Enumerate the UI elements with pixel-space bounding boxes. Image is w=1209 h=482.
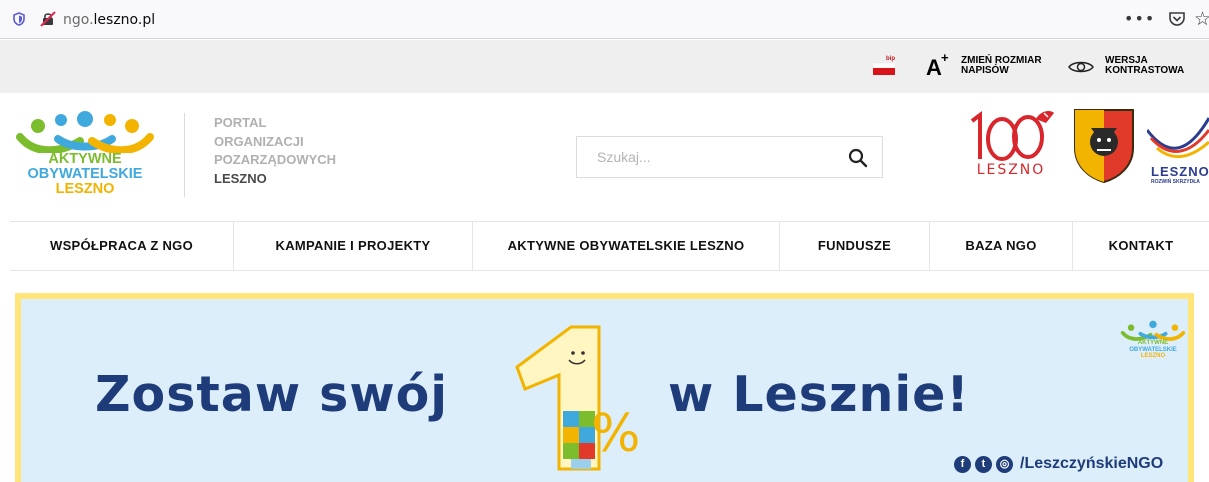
main-nav: WSPÓŁPRACA Z NGO KAMPANIE I PROJEKTY AKT… — [10, 221, 1209, 271]
nav-item-baza-ngo[interactable]: BAZA NGO — [930, 222, 1072, 270]
nav-item-kampanie[interactable]: KAMPANIE I PROJEKTY — [234, 222, 472, 270]
font-size-label: ZMIEŃ ROZMIAR NAPISÓW — [961, 56, 1061, 76]
nav-item-aktywne[interactable]: AKTYWNE OBYWATELSKIE LESZNO — [473, 222, 779, 270]
portal-title-line2: ORGANIZACJI — [214, 133, 304, 149]
facebook-icon[interactable]: f — [954, 456, 971, 473]
page: ngo.leszno.pl ••• ☆ bip A + ZMIEŃ ROZMIA… — [0, 0, 1209, 482]
url-text[interactable]: ngo.leszno.pl — [63, 12, 155, 28]
nav-item-fundusze[interactable]: FUNDUSZE — [780, 222, 929, 270]
header-divider — [184, 113, 185, 197]
eye-icon — [1068, 61, 1094, 73]
percent-sign: % — [591, 404, 641, 464]
social-handle[interactable]: /LeszczyńskieNGO — [1020, 455, 1163, 473]
nav-item-wspolpraca[interactable]: WSPÓŁPRACA Z NGO — [10, 222, 233, 270]
twitter-icon[interactable]: t — [975, 456, 992, 473]
page-actions-menu-icon[interactable]: ••• — [1124, 9, 1155, 28]
insecure-lock-icon[interactable] — [40, 11, 56, 27]
search-input[interactable] — [577, 137, 837, 177]
instagram-icon[interactable]: ◎ — [996, 456, 1013, 473]
leszno-100-icon — [970, 111, 1054, 161]
banner-mini-logo: AKTYWNE OBYWATELSKIE LESZNO — [1118, 319, 1188, 369]
url-host: leszno.pl — [93, 12, 156, 28]
banner-text-left: Zostaw swój — [95, 366, 449, 423]
portal-title-line1: PORTAL — [214, 115, 267, 130]
portal-title-line3: POZARZĄDOWYCH — [214, 152, 337, 167]
nav-item-kontakt[interactable]: KONTAKT — [1073, 222, 1209, 270]
site-header: AKTYWNE OBYWATELSKIE LESZNO PORTAL ORGAN… — [0, 93, 1209, 220]
rozwin-skrzydla-text: LESZNO — [1151, 164, 1209, 179]
search-box — [576, 136, 883, 178]
svg-text:bip: bip — [886, 56, 895, 62]
logo-line2: OBYWATELSKIE — [27, 166, 143, 182]
mini-logo-text: AKTYWNE OBYWATELSKIE LESZNO — [1118, 340, 1188, 360]
rozwin-skrzydla-icon — [1147, 117, 1209, 158]
font-size-icon: A — [926, 55, 942, 80]
mini-logo-figures-icon — [1120, 320, 1186, 341]
pocket-icon[interactable] — [1168, 10, 1186, 28]
logo-line3: LESZNO — [55, 181, 115, 197]
rozwin-skrzydla-sub: ROZWIŃ SKRZYDŁA — [1151, 179, 1200, 185]
one-percent-banner[interactable]: Zostaw swój % w Lesznie! AKTYWNE OBYWATE… — [15, 293, 1194, 482]
logo-line1: AKTYWNE — [48, 151, 122, 167]
bookmark-star-icon[interactable]: ☆ — [1194, 8, 1209, 30]
bip-icon[interactable]: bip — [873, 54, 895, 78]
contrast-label-line2: KONTRASTOWA — [1105, 65, 1185, 76]
portal-title: PORTAL ORGANIZACJI POZARZĄDOWYCH LESZNO — [214, 114, 336, 188]
leszno-100-logo[interactable]: LESZNO — [966, 107, 1058, 187]
site-logo[interactable]: AKTYWNE OBYWATELSKIE LESZNO — [10, 109, 170, 209]
logo-figures-icon — [16, 111, 154, 155]
leszno-rozwin-skrzydla-logo[interactable]: LESZNO ROZWIŃ SKRZYDŁA — [1147, 108, 1209, 186]
leszno-100-text: LESZNO — [976, 162, 1046, 178]
portal-title-line4: LESZNO — [214, 170, 267, 186]
mini-logo-line3: LESZNO — [1140, 353, 1166, 359]
accessibility-bar: bip A + ZMIEŃ ROZMIAR NAPISÓW WERSJA KON… — [0, 40, 1209, 93]
search-icon[interactable] — [848, 148, 868, 168]
tracking-shield-icon[interactable] — [12, 12, 26, 26]
contrast-label: WERSJA KONTRASTOWA — [1105, 56, 1209, 76]
banner-text-right: w Lesznie! — [668, 366, 970, 423]
font-size-label-line2: NAPISÓW — [961, 65, 1009, 76]
leszno-coat-of-arms-icon[interactable] — [1071, 106, 1137, 184]
logo-text: AKTYWNE OBYWATELSKIE LESZNO — [10, 152, 160, 197]
font-size-plus-icon: + — [941, 50, 949, 65]
url-domain: ngo. — [63, 12, 94, 28]
browser-url-bar: ngo.leszno.pl ••• ☆ — [0, 0, 1209, 39]
